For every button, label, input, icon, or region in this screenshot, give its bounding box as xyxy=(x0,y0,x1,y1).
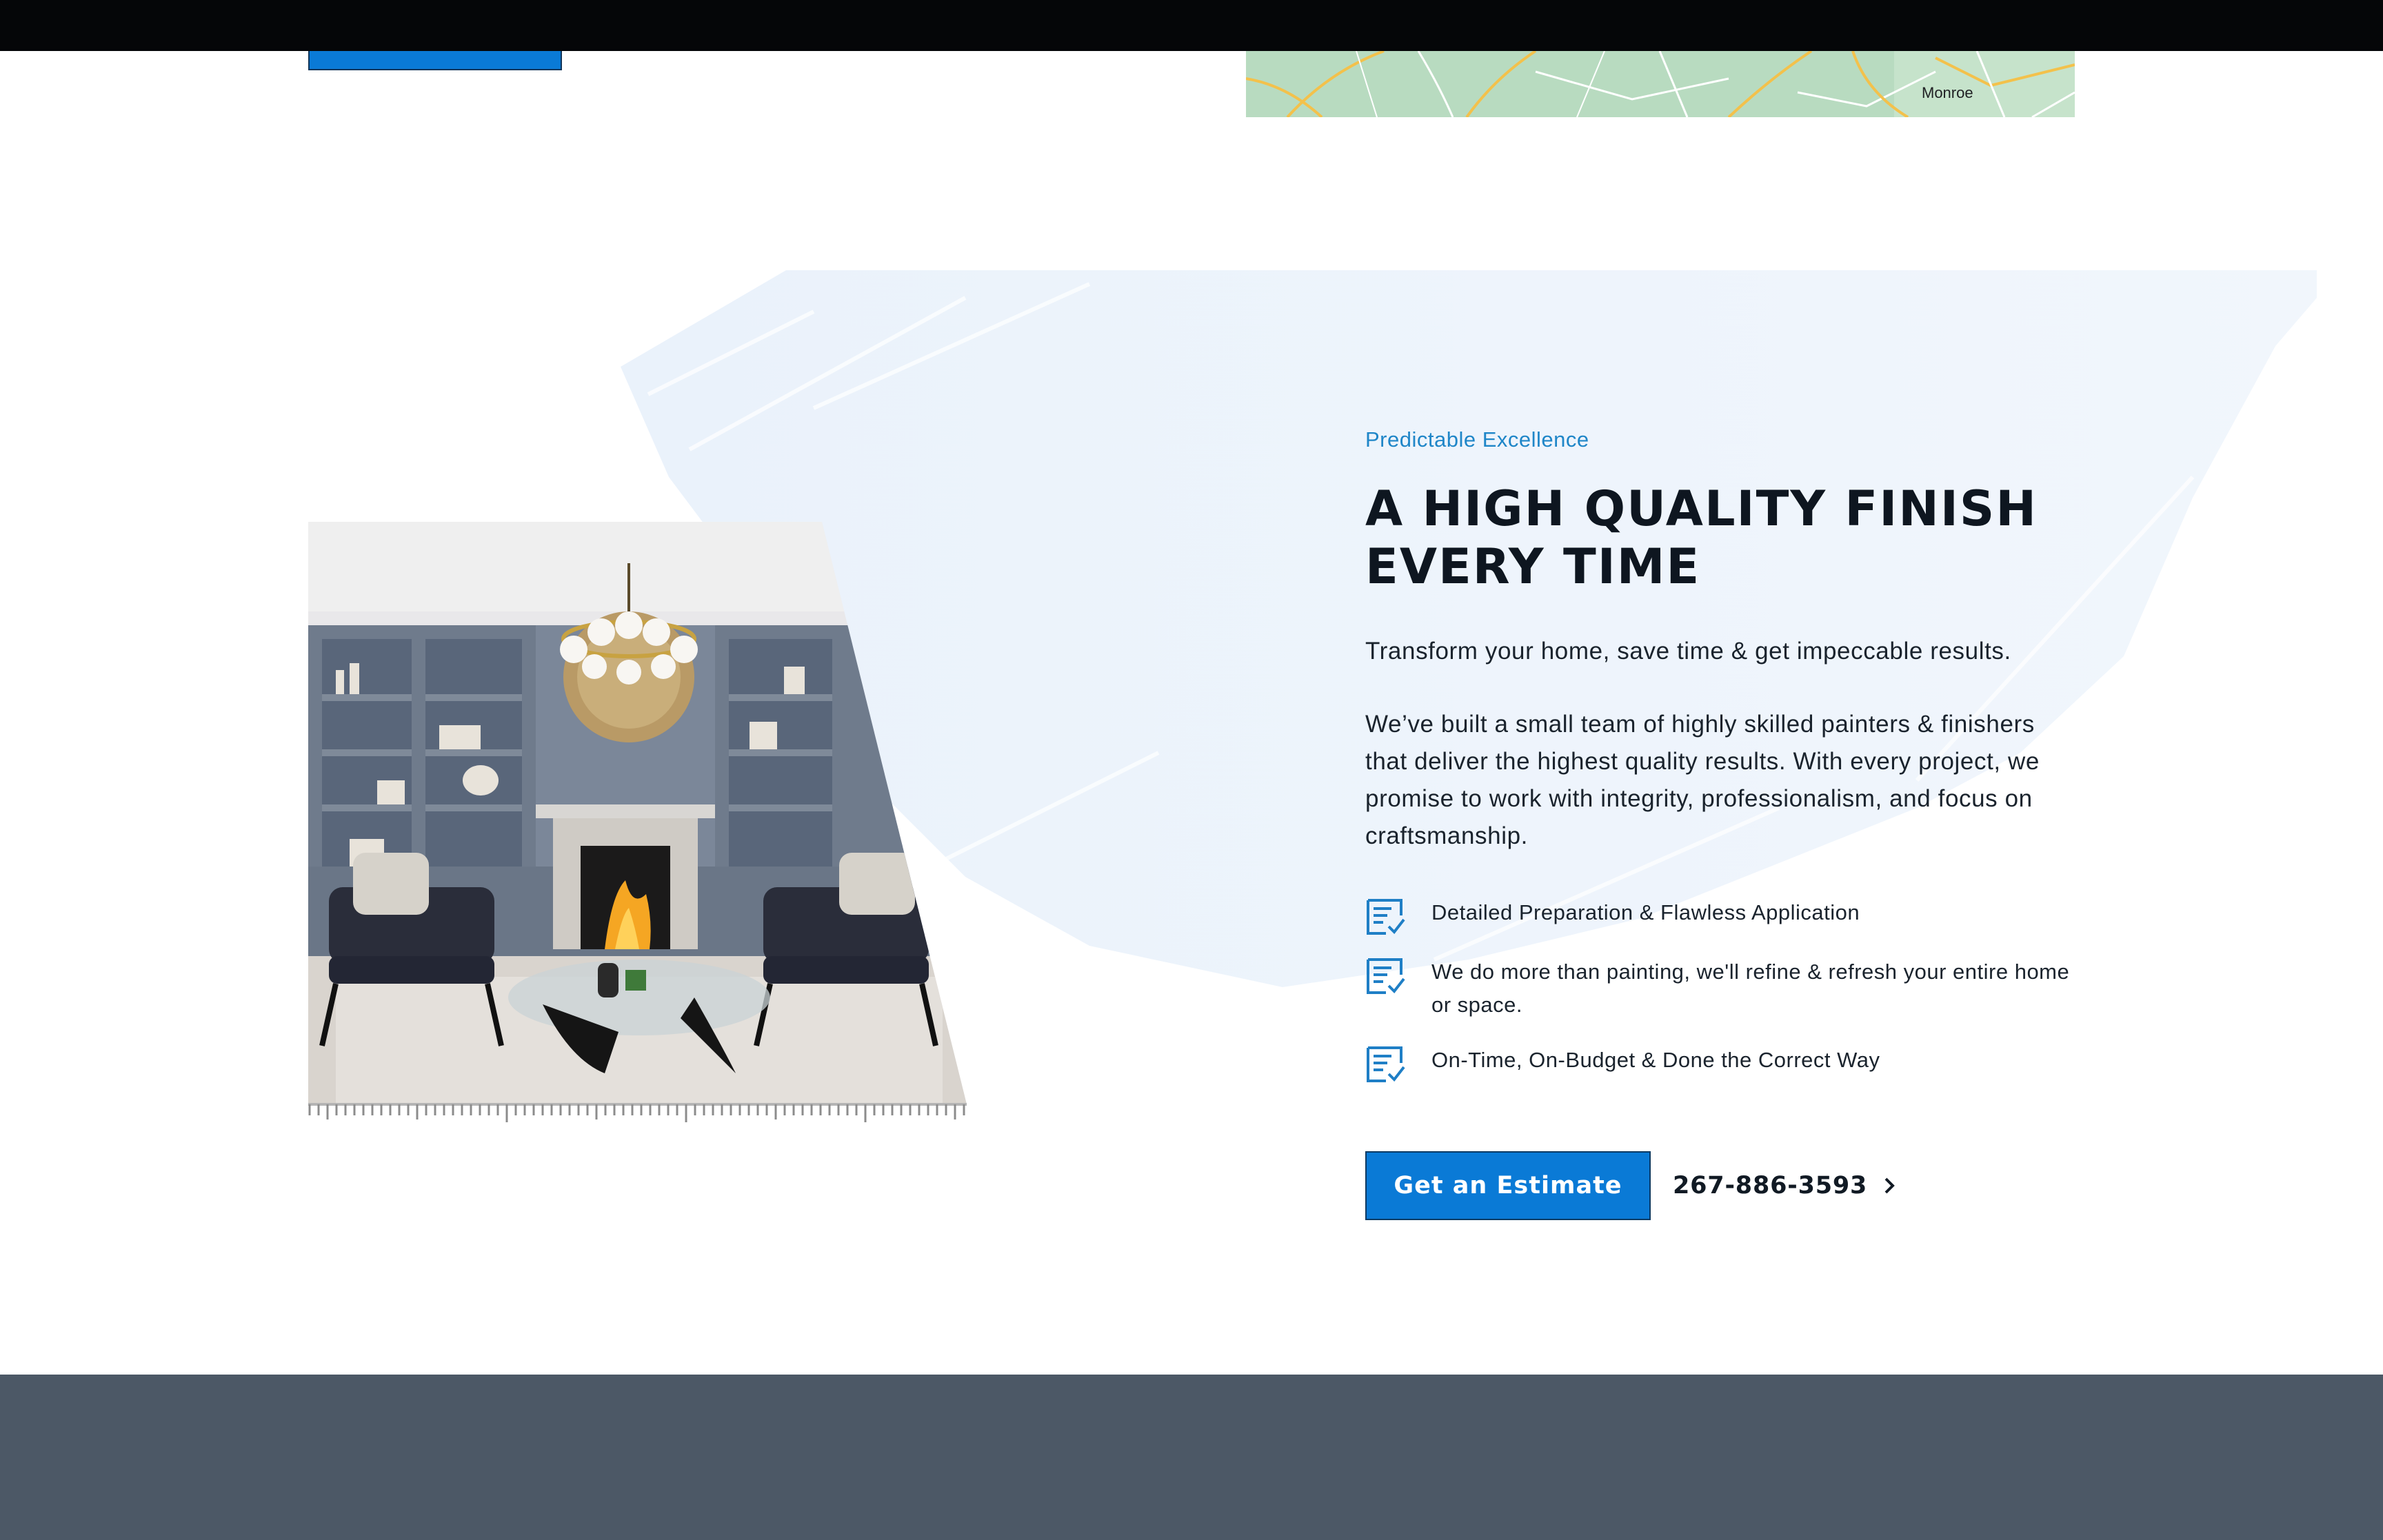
top-bar xyxy=(0,0,2383,51)
map-embed[interactable]: Monroe xyxy=(1246,51,2075,117)
headline-line-2: EVERY TIME xyxy=(1365,538,1701,595)
feature-text: Detailed Preparation & Flawless Applicat… xyxy=(1431,900,1860,924)
checklist-icon xyxy=(1367,899,1405,935)
feature-item: Detailed Preparation & Flawless Applicat… xyxy=(1365,896,2082,935)
feature-text: On-Time, On-Budget & Done the Correct Wa… xyxy=(1431,1048,1880,1072)
previous-section-button[interactable] xyxy=(308,51,562,70)
checklist-icon xyxy=(1367,958,1405,994)
checklist-icon xyxy=(1367,1046,1405,1082)
feature-list: Detailed Preparation & Flawless Applicat… xyxy=(1365,896,2082,1082)
cta-row: Get an Estimate 267-886-3593 xyxy=(1365,1151,1896,1220)
section-headline: A HIGH QUALITY FINISH EVERY TIME xyxy=(1365,480,2082,596)
section-lead: Transform your home, save time & get imp… xyxy=(1365,638,2011,665)
headline-line-1: A HIGH QUALITY FINISH xyxy=(1365,480,2038,537)
phone-number: 267-886-3593 xyxy=(1673,1172,1868,1199)
feature-item: On-Time, On-Budget & Done the Correct Wa… xyxy=(1365,1044,2082,1082)
ruler-decoration xyxy=(308,1103,967,1122)
chevron-right-icon xyxy=(1884,1177,1896,1194)
feature-item: We do more than painting, we'll refine &… xyxy=(1365,955,2082,1022)
section-body: We’ve built a small team of highly skill… xyxy=(1365,711,2040,849)
section-eyebrow: Predictable Excellence xyxy=(1365,427,1589,452)
feature-text: We do more than painting, we'll refine &… xyxy=(1431,960,2070,1017)
map-place-label: Monroe xyxy=(1922,84,1973,101)
phone-link[interactable]: 267-886-3593 xyxy=(1673,1172,1896,1199)
feature-content: Predictable Excellence A HIGH QUALITY FI… xyxy=(1365,427,2082,1103)
footer xyxy=(0,1375,2383,1540)
get-estimate-button[interactable]: Get an Estimate xyxy=(1365,1151,1651,1220)
